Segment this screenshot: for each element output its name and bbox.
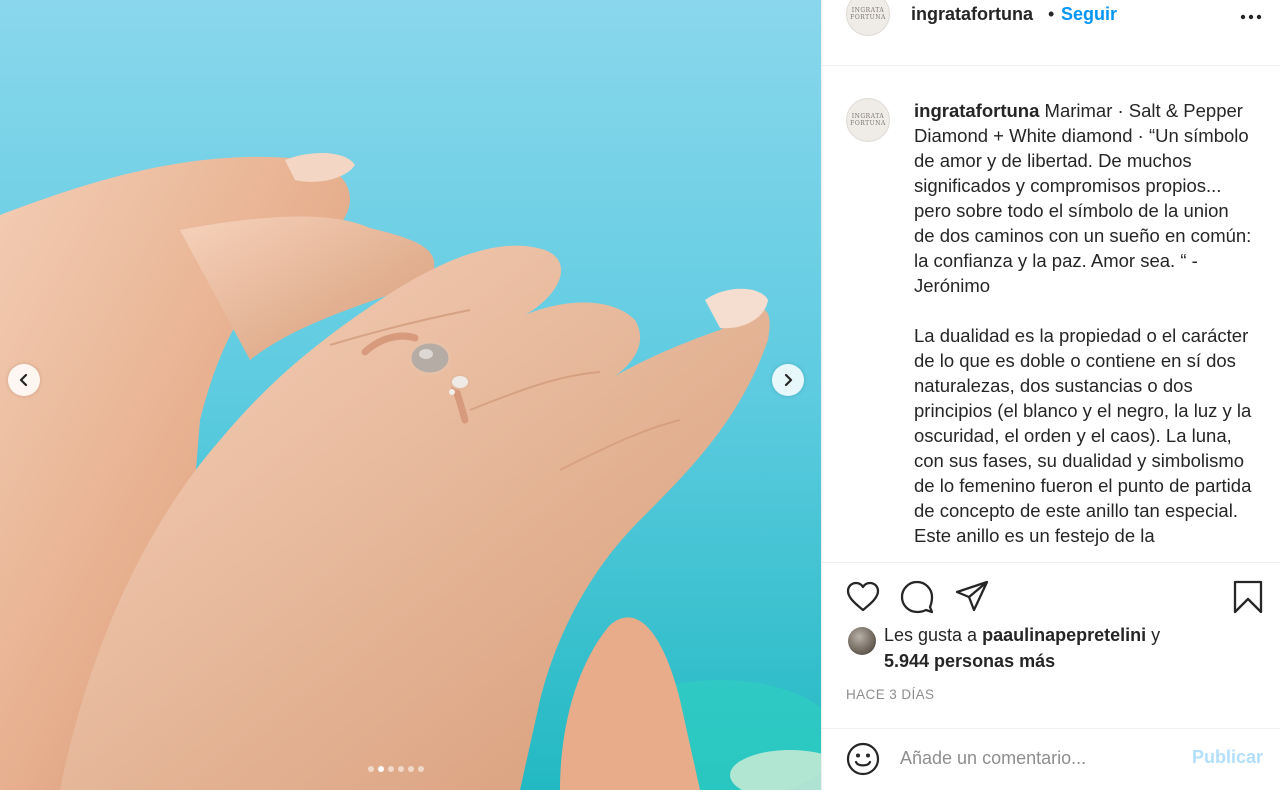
more-options-icon[interactable] <box>1240 6 1262 28</box>
post-photo <box>0 0 821 790</box>
carousel-dot <box>378 766 384 772</box>
likes-suffix: y <box>1151 625 1161 645</box>
post-actions: Les gusta a paaulinapepretelini y 5.944 … <box>822 562 1280 728</box>
liker-username[interactable]: paaulinapepretelini <box>982 625 1146 645</box>
follow-button[interactable]: Seguir <box>1061 4 1117 25</box>
caption-text: Marimar · Salt & Pepper Diamond + White … <box>914 100 1252 296</box>
likes-line: Les gusta a paaulinapepretelini y <box>884 625 1160 646</box>
publish-button[interactable]: Publicar <box>1192 747 1263 768</box>
next-slide-button[interactable] <box>772 364 804 396</box>
heart-icon[interactable] <box>846 581 880 613</box>
caption-paragraph: ingratafortuna Marimar · Salt & Pepper D… <box>914 98 1254 298</box>
post-caption: ingratafortuna Marimar · Salt & Pepper D… <box>914 98 1254 548</box>
caption-username[interactable]: ingratafortuna <box>914 100 1039 121</box>
likes-prefix: Les gusta a <box>884 625 978 645</box>
avatar-logo-text: INGRATA <box>851 7 885 14</box>
post-side-panel: INGRATA FORTUNA ingratafortuna • Seguir … <box>821 0 1280 790</box>
caption-paragraph: La dualidad es la propiedad o el carácte… <box>914 325 1252 546</box>
carousel-indicators <box>368 766 424 772</box>
bookmark-icon[interactable] <box>1233 580 1263 614</box>
add-comment-bar: Publicar <box>822 728 1280 790</box>
avatar-logo-text: FORTUNA <box>850 120 886 127</box>
carousel-dot <box>368 766 374 772</box>
post-header: INGRATA FORTUNA ingratafortuna • Seguir <box>822 0 1280 66</box>
comment-bubble-icon[interactable] <box>900 580 934 614</box>
carousel-dot <box>408 766 414 772</box>
author-username[interactable]: ingratafortuna <box>911 4 1033 25</box>
comment-input[interactable] <box>900 743 1180 773</box>
carousel-dot <box>418 766 424 772</box>
previous-slide-button[interactable] <box>8 364 40 396</box>
avatar-logo-text: FORTUNA <box>850 14 886 21</box>
likes-count[interactable]: 5.944 personas más <box>884 651 1055 672</box>
paper-plane-icon[interactable] <box>955 580 989 612</box>
author-avatar[interactable]: INGRATA FORTUNA <box>846 0 890 36</box>
caption-author-avatar[interactable]: INGRATA FORTUNA <box>846 98 890 142</box>
comments-section[interactable]: INGRATA FORTUNA ingratafortuna Marimar ·… <box>822 66 1280 562</box>
chevron-left-icon <box>19 373 28 387</box>
smiley-icon[interactable] <box>846 742 880 776</box>
post-timestamp[interactable]: HACE 3 DÍAS <box>846 687 934 702</box>
chevron-right-icon <box>784 373 793 387</box>
liker-avatar[interactable] <box>848 627 876 655</box>
avatar-logo-text: INGRATA <box>851 113 885 120</box>
carousel-dot <box>398 766 404 772</box>
separator-bullet: • <box>1048 4 1055 24</box>
post-media[interactable] <box>0 0 821 790</box>
carousel-dot <box>388 766 394 772</box>
